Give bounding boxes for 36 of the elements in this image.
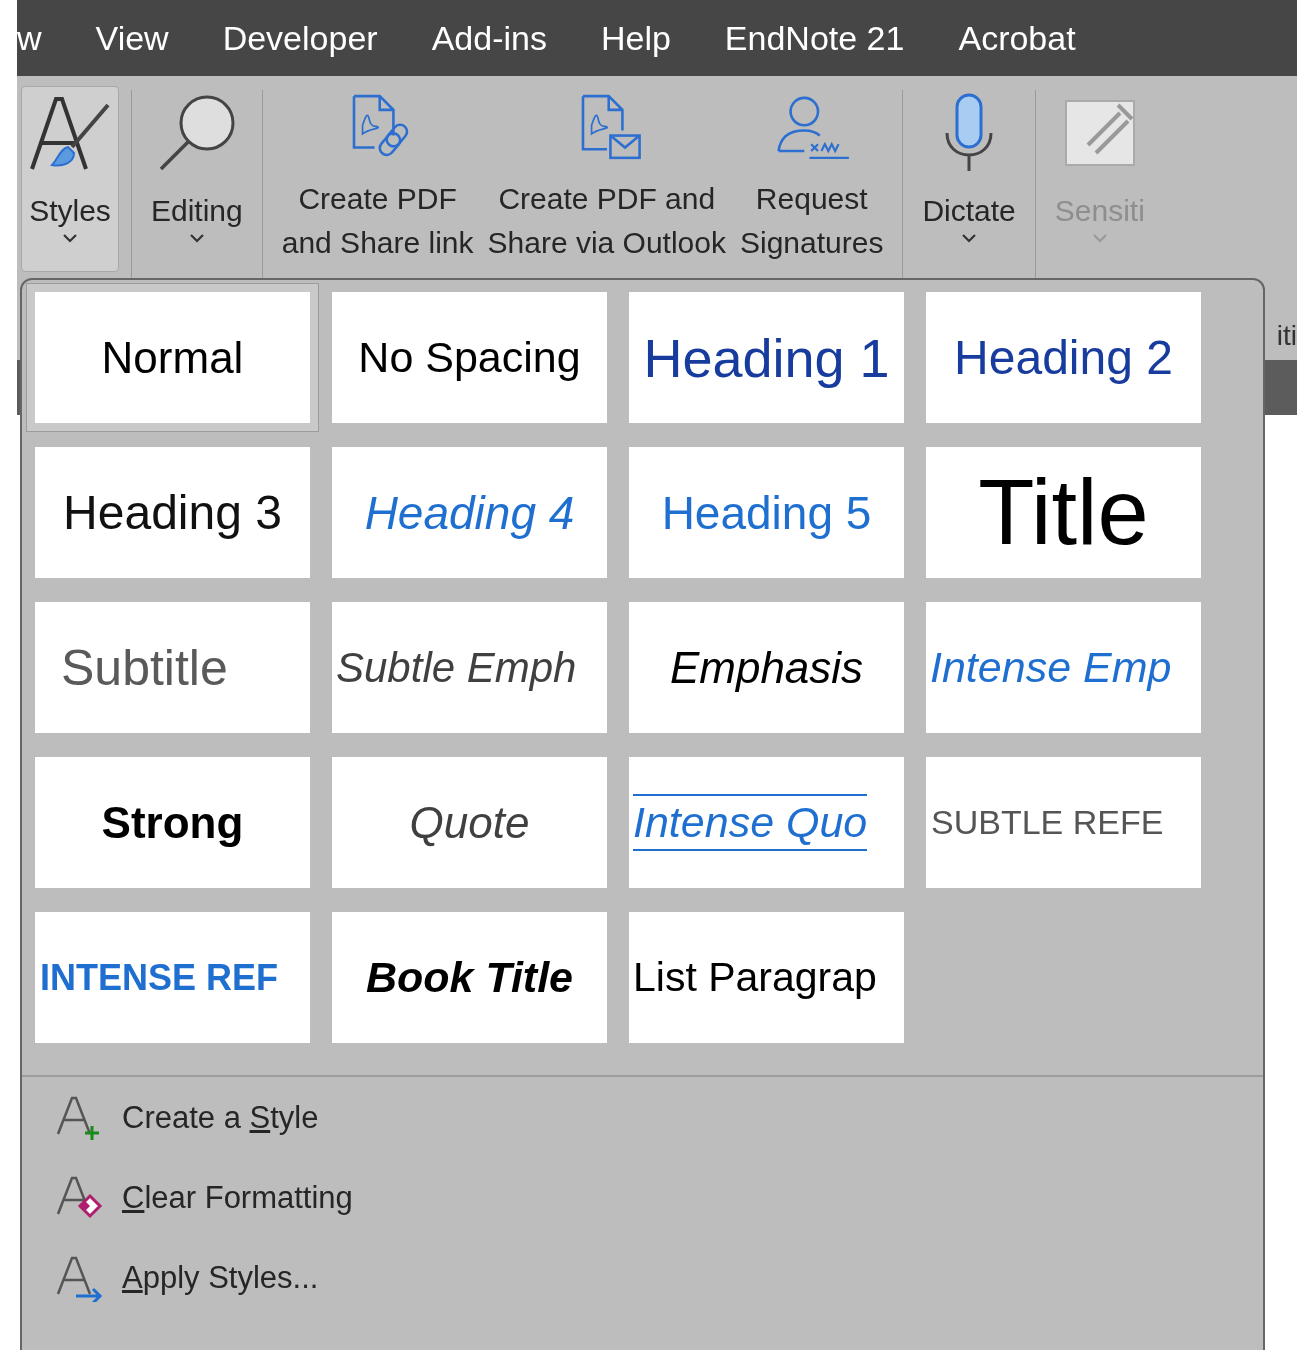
ribbon-button[interactable]: Editing xyxy=(144,86,250,272)
style-tile[interactable]: Quote xyxy=(332,757,607,888)
style-tile[interactable]: Heading 1 xyxy=(629,292,904,423)
ribbon-tab[interactable]: w xyxy=(15,18,69,58)
style-tile[interactable]: Book Title xyxy=(332,912,607,1043)
style-tile[interactable]: Strong xyxy=(35,757,310,888)
menu-command[interactable]: Clear Formatting xyxy=(56,1171,1263,1225)
ribbon-button[interactable]: Create PDF and Share via Outlook xyxy=(480,86,733,272)
style-tile[interactable]: Intense Emp xyxy=(926,602,1201,733)
style-tile[interactable]: Heading 2 xyxy=(926,292,1201,423)
ribbon-button[interactable]: Create PDF and Share link xyxy=(274,86,481,272)
ribbon-button[interactable]: Request Signatures xyxy=(733,86,891,272)
apply-style-icon xyxy=(56,1254,104,1302)
style-tile[interactable]: INTENSE REF xyxy=(35,912,310,1043)
style-tile[interactable]: Heading 5 xyxy=(629,447,904,578)
style-tile[interactable]: Intense Quo xyxy=(629,757,904,888)
style-tile[interactable]: Title xyxy=(926,447,1201,578)
ribbon-tab[interactable]: Developer xyxy=(195,18,405,58)
style-tile[interactable]: Emphasis xyxy=(629,602,904,733)
ribbon-tab[interactable]: Add-ins xyxy=(404,18,574,58)
ribbon-button[interactable]: Styles xyxy=(21,86,119,272)
style-tile[interactable]: Heading 4 xyxy=(332,447,607,578)
ribbon-tab[interactable]: EndNote 21 xyxy=(697,18,932,58)
style-tile[interactable]: No Spacing xyxy=(332,292,607,423)
style-tile[interactable]: Subtitle xyxy=(35,602,310,733)
style-tile[interactable]: Heading 3 xyxy=(35,447,310,578)
style-tile[interactable]: List Paragrap xyxy=(629,912,904,1043)
ribbon-label: iti xyxy=(1276,320,1297,353)
ribbon-tab[interactable]: Acrobat xyxy=(931,18,1103,58)
style-tile[interactable]: Subtle Emph xyxy=(332,602,607,733)
ribbon-tab[interactable]: Help xyxy=(573,18,698,58)
style-tile[interactable]: SUBTLE REFE xyxy=(926,757,1201,888)
menu-command[interactable]: Apply Styles... xyxy=(56,1251,1263,1305)
menu-command[interactable]: Create a Style xyxy=(56,1091,1263,1145)
ribbon-tab[interactable]: View xyxy=(68,18,196,58)
ribbon-button[interactable]: Dictate xyxy=(915,86,1023,272)
